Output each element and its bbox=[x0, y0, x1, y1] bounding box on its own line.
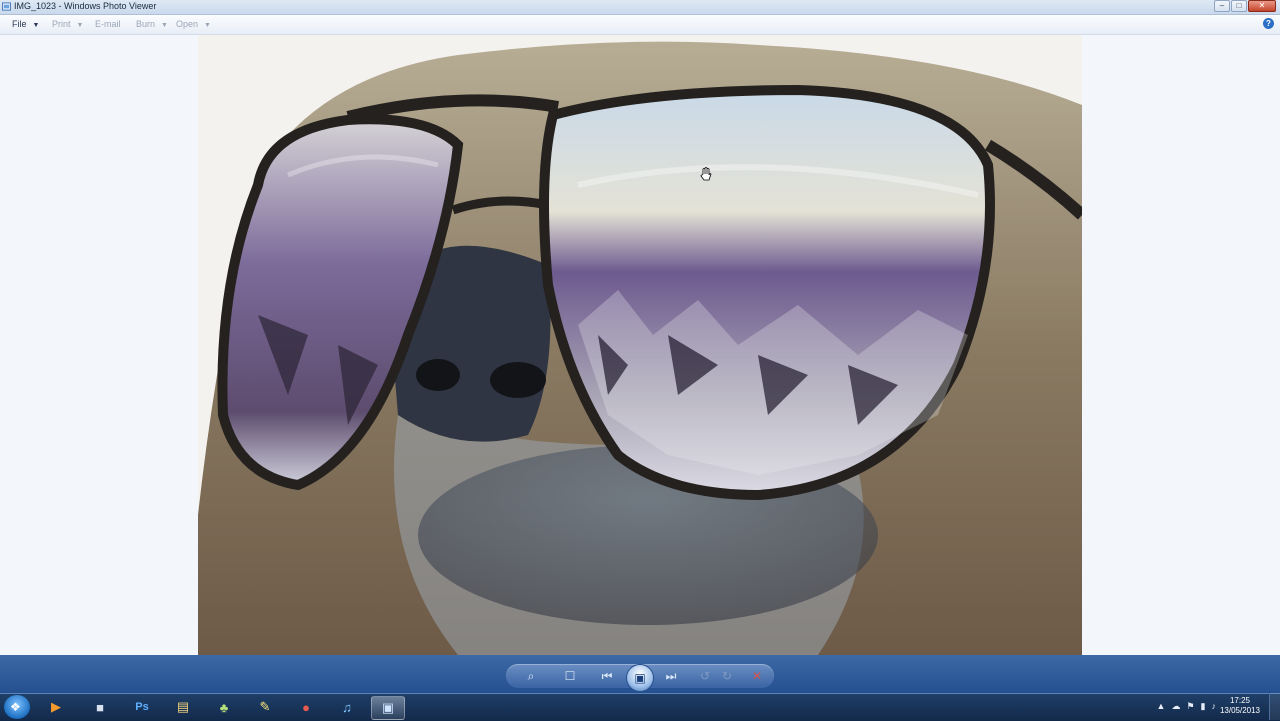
hand-cursor-icon bbox=[700, 167, 712, 181]
menu-print-label: Print bbox=[52, 19, 71, 29]
slideshow-button[interactable]: ▣ bbox=[626, 664, 654, 692]
help-icon[interactable]: ? bbox=[1263, 18, 1274, 29]
taskbar-media-player-icon[interactable]: ▶ bbox=[40, 696, 72, 718]
maximize-button[interactable]: □ bbox=[1231, 0, 1247, 12]
close-button[interactable]: ✕ bbox=[1248, 0, 1276, 12]
menu-print[interactable]: Print ▼ bbox=[52, 19, 83, 29]
clock[interactable]: 17:25 13/05/2013 bbox=[1216, 696, 1264, 716]
menu-open[interactable]: Open ▼ bbox=[176, 19, 211, 29]
start-button[interactable]: ❖ bbox=[4, 695, 30, 719]
taskbar-paint-tool-icon[interactable]: ✎ bbox=[249, 696, 281, 718]
chevron-down-icon: ▼ bbox=[204, 22, 211, 29]
system-tray: ▲ ☁ ⚑ ▮ ♪ bbox=[1157, 701, 1216, 712]
taskbar-photo-viewer-icon[interactable]: ▣ bbox=[371, 696, 405, 720]
action-center-icon[interactable]: ⚑ bbox=[1186, 701, 1194, 712]
clock-time: 17:25 bbox=[1229, 696, 1251, 705]
next-icon[interactable]: ⏭ bbox=[662, 667, 680, 685]
zoom-icon[interactable]: ⌕ bbox=[522, 667, 540, 685]
taskbar-app-icon[interactable]: ♣ bbox=[208, 696, 240, 718]
taskbar-photoshop-icon[interactable]: Ps bbox=[126, 696, 158, 718]
rotate-cw-icon[interactable]: ↻ bbox=[718, 667, 736, 685]
menu-open-label: Open bbox=[176, 19, 199, 29]
menu-email[interactable]: E-mail bbox=[95, 19, 121, 29]
window-title: IMG_1023 - Windows Photo Viewer bbox=[14, 1, 157, 11]
signal-icon[interactable]: ▮ bbox=[1201, 701, 1206, 712]
chevron-down-icon: ▼ bbox=[161, 22, 168, 29]
title-bar: IMG_1023 - Windows Photo Viewer – □ ✕ bbox=[0, 0, 1280, 15]
menu-bar: File ▼ Print ▼ E-mail Burn ▼ Open ▼ ? bbox=[0, 15, 1280, 35]
menu-email-label: E-mail bbox=[95, 19, 121, 29]
menu-file[interactable]: File ▼ bbox=[12, 19, 39, 29]
photo-viewer-icon bbox=[2, 2, 11, 11]
delete-icon[interactable]: ✕ bbox=[748, 667, 766, 685]
previous-icon[interactable]: ⏮ bbox=[598, 667, 616, 685]
minimize-button[interactable]: – bbox=[1214, 0, 1230, 12]
chevron-down-icon: ▼ bbox=[76, 22, 84, 29]
taskbar-chrome-icon[interactable]: ● bbox=[290, 696, 322, 718]
actual-size-icon[interactable]: ☐ bbox=[561, 667, 579, 685]
clock-date: 13/05/2013 bbox=[1219, 706, 1261, 715]
menu-burn[interactable]: Burn ▼ bbox=[136, 19, 168, 29]
chevron-down-icon: ▼ bbox=[32, 22, 40, 29]
taskbar-itunes-icon[interactable]: ♫ bbox=[331, 696, 363, 718]
network-app-icon[interactable]: ☁ bbox=[1171, 701, 1180, 712]
show-desktop-button[interactable] bbox=[1269, 693, 1280, 720]
windows-logo-icon: ❖ bbox=[10, 700, 21, 714]
photo[interactable] bbox=[198, 35, 1082, 655]
rotate-ccw-icon[interactable]: ↺ bbox=[696, 667, 714, 685]
show-hidden-icons-icon[interactable]: ▲ bbox=[1157, 701, 1166, 712]
taskbar-window-manager-icon[interactable]: ■ bbox=[84, 696, 116, 718]
menu-burn-label: Burn bbox=[136, 19, 156, 29]
menu-file-label: File bbox=[12, 19, 27, 29]
taskbar-explorer-icon[interactable]: ▤ bbox=[167, 696, 199, 718]
